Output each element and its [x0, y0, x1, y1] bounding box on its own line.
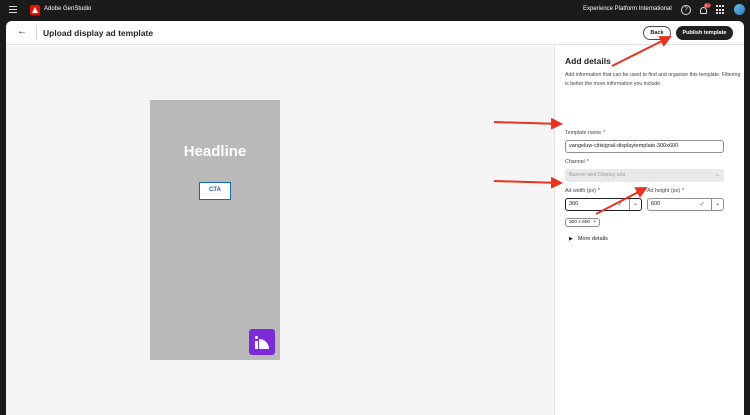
- ad-width-label: Ad width (px) *: [565, 188, 600, 194]
- details-panel: Add details Add information that can be …: [554, 46, 744, 415]
- bell-icon[interactable]: 9+: [699, 3, 711, 15]
- ad-height-label: Ad height (px) *: [647, 188, 685, 194]
- arrow-left-icon[interactable]: ←: [17, 27, 27, 37]
- channel-select: Banner and Display ads ⌄: [565, 169, 724, 182]
- ad-height-input[interactable]: 600 ✓ ⌄: [647, 198, 724, 211]
- panel-title: Add details: [565, 56, 611, 66]
- avatar[interactable]: [734, 4, 745, 15]
- main-frame: ← Upload display ad template Back Publis…: [6, 21, 744, 415]
- page-header: ← Upload display ad template Back Publis…: [6, 21, 744, 45]
- channel-label: Channel *: [565, 159, 589, 165]
- panel-description: Add information that can be used to find…: [565, 72, 741, 87]
- checkmark-icon: ✓: [617, 201, 623, 208]
- close-icon[interactable]: ×: [593, 220, 596, 225]
- chevron-down-icon: ⌄: [714, 172, 720, 178]
- help-icon[interactable]: ?: [681, 5, 691, 15]
- adobe-logo-icon[interactable]: [30, 5, 40, 15]
- org-switcher[interactable]: Experience Platform International: [583, 6, 672, 12]
- ad-width-input[interactable]: 300 ✓ ⌄: [565, 198, 642, 211]
- chevron-down-icon[interactable]: ⌄: [629, 199, 641, 210]
- ad-preview: Headline CTA: [150, 100, 280, 360]
- size-tag: 300 x 600 ×: [565, 218, 600, 227]
- template-name-input[interactable]: vangeluw-citisignal-displaytemplate-300x…: [565, 140, 724, 153]
- hamburger-icon[interactable]: [9, 6, 17, 14]
- apps-grid-icon[interactable]: [716, 5, 726, 15]
- ad-cta-button: CTA: [199, 182, 231, 200]
- chevron-right-icon: ▶: [569, 236, 573, 242]
- brand-logo-icon: [249, 329, 275, 355]
- notification-badge: 9+: [704, 3, 711, 8]
- app-name[interactable]: Adobe GenStudio: [44, 6, 91, 12]
- publish-template-button[interactable]: Publish template: [676, 26, 733, 40]
- template-name-label: Template name *: [565, 130, 606, 136]
- header-divider: [36, 25, 37, 40]
- ad-headline: Headline: [183, 143, 247, 160]
- page-title: Upload display ad template: [43, 28, 154, 38]
- app-bar: Adobe GenStudio Experience Platform Inte…: [0, 0, 750, 21]
- template-canvas: Headline CTA: [6, 46, 554, 415]
- checkmark-icon: ✓: [699, 201, 705, 208]
- more-details-toggle[interactable]: ▶ More details: [569, 236, 608, 242]
- bell-shape: [700, 7, 707, 14]
- chevron-down-icon[interactable]: ⌄: [711, 199, 723, 210]
- back-button[interactable]: Back: [643, 26, 671, 40]
